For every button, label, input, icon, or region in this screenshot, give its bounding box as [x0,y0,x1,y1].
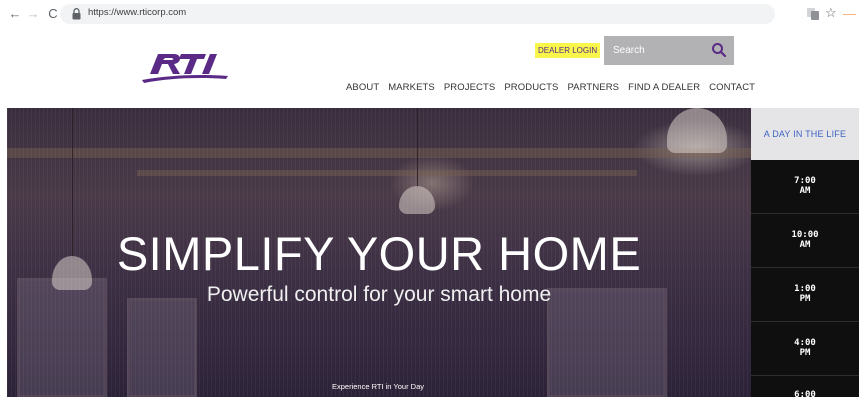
time-period: AM [799,186,811,196]
forward-arrow-icon[interactable]: → [25,6,41,22]
time-label: 1:00 [794,284,816,294]
experience-rti-link[interactable]: Experience RTI in Your Day [308,382,448,391]
time-label: 4:00 [794,338,816,348]
nav-markets[interactable]: MARKETS [388,82,435,93]
time-slot[interactable]: 6:00 [751,376,859,400]
menu-icon[interactable]: — [843,6,856,22]
rti-logo[interactable] [140,50,232,84]
day-in-the-life-tab[interactable]: A DAY IN THE LIFE [751,108,859,160]
time-slot[interactable]: 10:00 AM [751,214,859,268]
time-slot[interactable]: 1:00 PM [751,268,859,322]
time-slot[interactable]: 4:00 PM [751,322,859,376]
back-arrow-icon[interactable]: ← [7,6,23,22]
nav-partners[interactable]: PARTNERS [567,82,619,93]
time-period: PM [799,294,811,304]
time-slot[interactable]: 7:00 AM [751,160,859,214]
nav-contact[interactable]: CONTACT [709,82,755,93]
time-label: 7:00 [794,176,816,186]
nav-products[interactable]: PRODUCTS [504,82,558,93]
url-text[interactable]: https://www.rticorp.com [88,7,186,18]
room-window [127,298,197,397]
main-nav: ABOUT MARKETS PROJECTS PRODUCTS PARTNERS… [346,82,755,93]
search-icon[interactable] [711,42,727,58]
reload-icon[interactable]: C [45,6,61,22]
hero-banner: SIMPLIFY YOUR HOME Powerful control for … [7,108,751,397]
lock-icon [72,8,81,20]
nav-find-a-dealer[interactable]: FIND A DEALER [628,82,700,93]
bookmark-star-icon[interactable]: ☆ [825,5,837,21]
ceiling-beam [7,148,751,158]
dealer-login-link[interactable]: DEALER LOGIN [535,43,601,58]
search-box [604,36,734,65]
nav-about[interactable]: ABOUT [346,82,379,93]
lamp-cord [417,108,418,188]
hero-subtitle: Powerful control for your smart home [206,283,552,306]
pendant-lamp [399,186,435,214]
time-period: PM [799,348,811,358]
address-bar[interactable]: https://www.rticorp.com [60,4,775,24]
browser-toolbar: ← → C https://www.rticorp.com ☆ — [0,0,859,28]
site-header: DEALER LOGIN ABOUT MARKETS PROJECTS PROD… [0,28,859,108]
day-in-the-life-panel: A DAY IN THE LIFE 7:00 AM 10:00 AM 1:00 … [751,108,859,400]
nav-projects[interactable]: PROJECTS [444,82,495,93]
search-input[interactable] [604,36,704,65]
hero-title: SIMPLIFY YOUR HOME [116,227,642,280]
time-label: 6:00 [794,390,816,400]
time-period: AM [799,240,811,250]
time-label: 10:00 [791,230,819,240]
ceiling-beam [137,170,637,176]
pendant-lamp [667,108,727,153]
translate-icon[interactable] [806,7,820,21]
